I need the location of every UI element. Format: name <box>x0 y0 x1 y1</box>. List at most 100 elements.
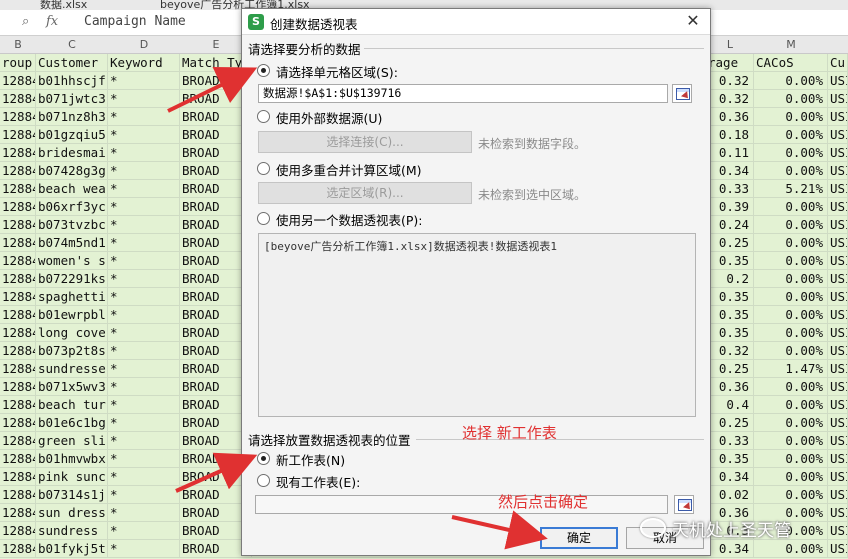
radio-cell-range-label[interactable]: 请选择单元格区域(S): <box>276 62 398 81</box>
table-cell[interactable]: * <box>108 522 180 540</box>
table-cell[interactable]: USI <box>828 288 848 306</box>
table-cell[interactable]: beach tur <box>36 396 108 414</box>
table-cell[interactable]: 12884 <box>0 144 36 162</box>
radio-multi-range[interactable] <box>257 162 270 175</box>
column-header[interactable]: rage <box>706 54 754 72</box>
table-cell[interactable]: 0.32 <box>706 90 754 108</box>
table-cell[interactable]: 12884 <box>0 270 36 288</box>
table-cell[interactable]: USI <box>828 90 848 108</box>
table-cell[interactable]: 0.32 <box>706 72 754 90</box>
table-cell[interactable]: USI <box>828 108 848 126</box>
table-cell[interactable]: * <box>108 180 180 198</box>
table-cell[interactable]: 0.00% <box>754 288 828 306</box>
table-cell[interactable]: 0.00% <box>754 378 828 396</box>
radio-multi-range-label[interactable]: 使用多重合并计算区域(M) <box>276 160 422 179</box>
table-cell[interactable]: 0.36 <box>706 378 754 396</box>
table-cell[interactable]: 0.34 <box>706 468 754 486</box>
table-cell[interactable]: USI <box>828 486 848 504</box>
table-cell[interactable]: * <box>108 252 180 270</box>
workbook-tab[interactable]: 数据.xlsx <box>40 0 87 10</box>
table-cell[interactable]: sundress <box>36 522 108 540</box>
column-letter[interactable]: B <box>0 38 36 51</box>
table-cell[interactable]: 0.33 <box>706 432 754 450</box>
table-cell[interactable]: sun dress <box>36 504 108 522</box>
table-cell[interactable]: * <box>108 90 180 108</box>
table-cell[interactable]: 0.00% <box>754 450 828 468</box>
table-cell[interactable]: 5.21% <box>754 180 828 198</box>
table-cell[interactable]: 12884 <box>0 360 36 378</box>
table-cell[interactable]: * <box>108 396 180 414</box>
table-cell[interactable]: green sli <box>36 432 108 450</box>
table-cell[interactable]: * <box>108 270 180 288</box>
table-cell[interactable]: 12884 <box>0 504 36 522</box>
table-cell[interactable]: 0.00% <box>754 324 828 342</box>
table-cell[interactable]: 0.24 <box>706 216 754 234</box>
table-cell[interactable]: 0.00% <box>754 216 828 234</box>
table-cell[interactable]: USI <box>828 324 848 342</box>
table-cell[interactable]: 0.00% <box>754 162 828 180</box>
column-letter[interactable]: L <box>706 38 754 51</box>
table-cell[interactable]: 0.35 <box>706 450 754 468</box>
table-cell[interactable]: USI <box>828 270 848 288</box>
table-cell[interactable]: b072291ks <box>36 270 108 288</box>
table-cell[interactable]: * <box>108 540 180 558</box>
table-cell[interactable]: USI <box>828 234 848 252</box>
table-cell[interactable]: 0.11 <box>706 144 754 162</box>
table-cell[interactable]: * <box>108 324 180 342</box>
radio-cell-range[interactable] <box>257 64 270 77</box>
dialog-titlebar[interactable]: S 创建数据透视表 ✕ <box>242 9 710 35</box>
table-cell[interactable]: b01hhscjf <box>36 72 108 90</box>
table-cell[interactable]: USI <box>828 414 848 432</box>
column-letter[interactable]: M <box>754 38 828 51</box>
table-cell[interactable]: b071nz8h3 <box>36 108 108 126</box>
table-cell[interactable]: * <box>108 108 180 126</box>
table-cell[interactable]: 0.39 <box>706 198 754 216</box>
table-cell[interactable]: 0.00% <box>754 144 828 162</box>
table-cell[interactable]: * <box>108 342 180 360</box>
table-cell[interactable]: 12884 <box>0 396 36 414</box>
column-header[interactable]: Cu <box>828 54 848 72</box>
zoom-icon[interactable]: ⌕ <box>22 14 38 30</box>
formula-input[interactable]: Campaign Name <box>84 14 186 29</box>
table-cell[interactable]: 0.4 <box>706 396 754 414</box>
table-cell[interactable]: * <box>108 414 180 432</box>
table-cell[interactable]: 0.33 <box>706 180 754 198</box>
table-cell[interactable]: b01hmvwbx <box>36 450 108 468</box>
table-cell[interactable]: 0.02 <box>706 486 754 504</box>
table-cell[interactable]: USI <box>828 306 848 324</box>
table-cell[interactable]: 12884 <box>0 522 36 540</box>
table-cell[interactable]: * <box>108 126 180 144</box>
column-letter[interactable]: D <box>108 38 180 51</box>
table-cell[interactable]: * <box>108 432 180 450</box>
table-cell[interactable]: 0.25 <box>706 414 754 432</box>
table-cell[interactable]: 12884 <box>0 252 36 270</box>
table-cell[interactable]: USI <box>828 378 848 396</box>
table-cell[interactable]: USI <box>828 432 848 450</box>
radio-existing-sheet-label[interactable]: 现有工作表(E): <box>276 472 360 491</box>
table-cell[interactable]: 12884 <box>0 198 36 216</box>
table-cell[interactable]: 0.35 <box>706 252 754 270</box>
table-cell[interactable]: 1.47% <box>754 360 828 378</box>
table-cell[interactable]: 12884 <box>0 72 36 90</box>
table-cell[interactable]: 0.35 <box>706 288 754 306</box>
table-cell[interactable]: USI <box>828 126 848 144</box>
table-cell[interactable]: pink sunc <box>36 468 108 486</box>
table-cell[interactable]: USI <box>828 252 848 270</box>
table-cell[interactable]: 12884 <box>0 180 36 198</box>
table-cell[interactable]: USI <box>828 468 848 486</box>
table-cell[interactable]: b06xrf3yc <box>36 198 108 216</box>
table-cell[interactable]: 0.00% <box>754 414 828 432</box>
table-cell[interactable]: USI <box>828 396 848 414</box>
table-cell[interactable]: USI <box>828 144 848 162</box>
table-cell[interactable]: USI <box>828 342 848 360</box>
table-cell[interactable]: USI <box>828 198 848 216</box>
radio-external-source[interactable] <box>257 110 270 123</box>
table-cell[interactable]: 0.00% <box>754 108 828 126</box>
pivot-table-list[interactable]: [beyove广告分析工作簿1.xlsx]数据透视表!数据透视表1 <box>258 233 696 417</box>
fx-icon[interactable]: fx <box>46 14 58 29</box>
table-cell[interactable]: * <box>108 504 180 522</box>
table-cell[interactable]: 0.00% <box>754 126 828 144</box>
radio-new-sheet[interactable] <box>257 452 270 465</box>
table-cell[interactable]: 12884 <box>0 234 36 252</box>
table-cell[interactable]: * <box>108 378 180 396</box>
